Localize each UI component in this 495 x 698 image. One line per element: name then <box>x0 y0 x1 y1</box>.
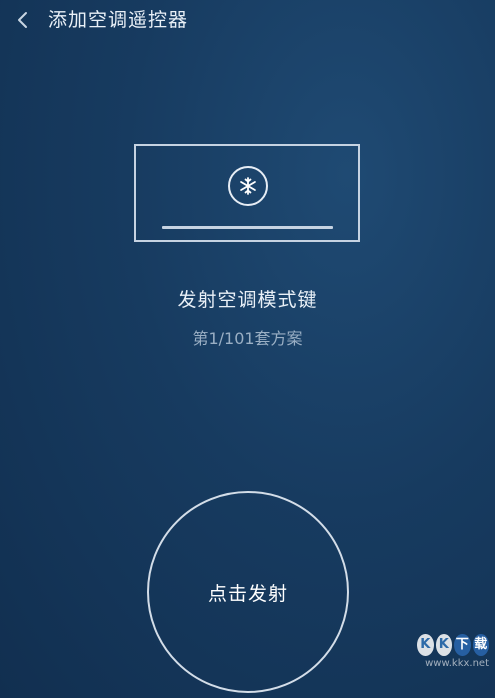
chevron-left-icon <box>18 12 27 28</box>
send-button[interactable]: 点击发射 <box>147 491 349 693</box>
instruction-text: 发射空调模式键 <box>177 289 318 311</box>
watermark-badge: K <box>417 634 434 656</box>
snowflake-icon <box>240 177 256 195</box>
watermark-badges: K K 下 载 <box>417 634 489 656</box>
back-button[interactable] <box>10 6 36 34</box>
header-bar: 添加空调遥控器 <box>0 0 495 42</box>
mode-indicator <box>228 166 268 206</box>
watermark-url: www.kkx.net <box>425 658 489 669</box>
watermark-badge: K <box>435 634 452 656</box>
watermark-badge: 载 <box>472 634 489 656</box>
plan-counter: 第1/101套方案 <box>192 329 303 348</box>
page-title: 添加空调遥控器 <box>48 9 189 31</box>
watermark-badge: 下 <box>454 634 471 656</box>
ac-vent-line <box>162 226 333 229</box>
send-button-label: 点击发射 <box>207 582 288 605</box>
air-conditioner-icon <box>134 144 360 242</box>
watermark-logo: K K 下 载 www.kkx.net <box>417 634 489 694</box>
